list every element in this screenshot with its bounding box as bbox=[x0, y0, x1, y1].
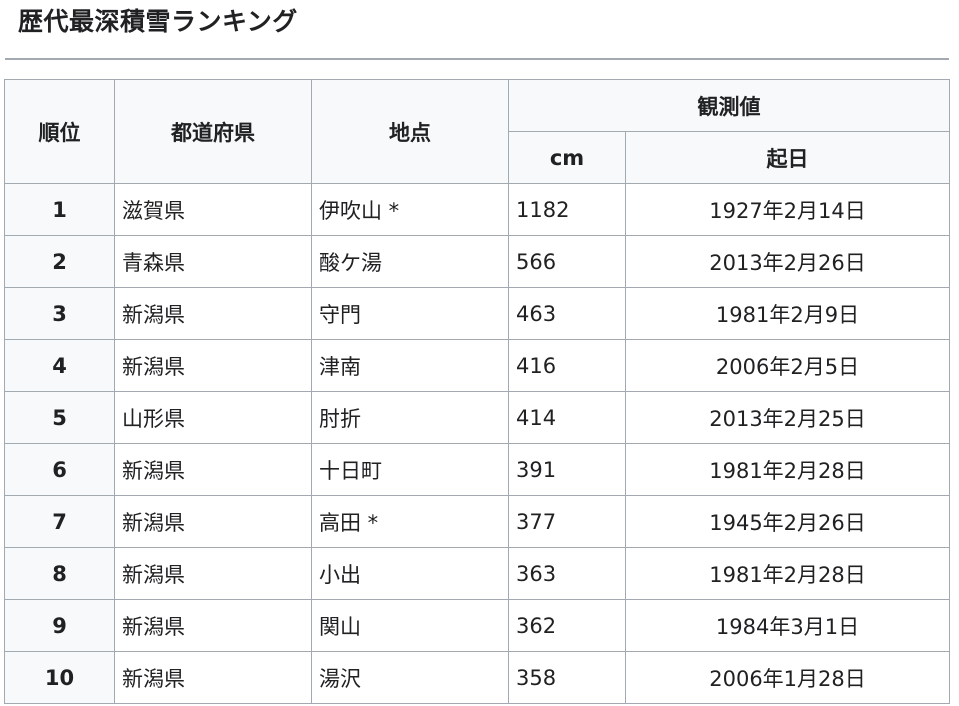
prefecture-cell: 新潟県 bbox=[114, 599, 312, 652]
table-body: 1 滋賀県 伊吹山 * 1182 1927年2月14日 2 青森県 酸ケ湯 566 2013年2月… bbox=[4, 183, 950, 704]
location-cell: 酸ケ湯 bbox=[311, 235, 509, 288]
location-cell: 肘折 bbox=[311, 391, 509, 444]
date-cell: 1945年2月26日 bbox=[625, 495, 950, 548]
location-cell: 関山 bbox=[311, 599, 509, 652]
rank-cell: 9 bbox=[4, 599, 115, 652]
snow-depth-cell: 463 bbox=[508, 287, 626, 340]
date-cell: 1981年2月9日 bbox=[625, 287, 950, 340]
title-divider bbox=[5, 58, 949, 60]
table-row: 2 青森県 酸ケ湯 566 2013年2月26日 bbox=[4, 235, 950, 288]
snow-depth-cell: 566 bbox=[508, 235, 626, 288]
snow-depth-cell: 377 bbox=[508, 495, 626, 548]
table-row: 1 滋賀県 伊吹山 * 1182 1927年2月14日 bbox=[4, 183, 950, 236]
snow-depth-cell: 391 bbox=[508, 443, 626, 496]
table-row: 4 新潟県 津南 416 2006年2月5日 bbox=[4, 339, 950, 392]
location-cell: 高田 * bbox=[311, 495, 509, 548]
prefecture-cell: 新潟県 bbox=[114, 495, 312, 548]
location-cell: 伊吹山 * bbox=[311, 183, 509, 236]
date-cell: 1981年2月28日 bbox=[625, 443, 950, 496]
snow-depth-cell: 1182 bbox=[508, 183, 626, 236]
rank-cell: 2 bbox=[4, 235, 115, 288]
table-row: 10 新潟県 湯沢 358 2006年1月28日 bbox=[4, 651, 950, 704]
date-cell: 2013年2月25日 bbox=[625, 391, 950, 444]
header-rank: 順位 bbox=[4, 79, 115, 184]
snow-depth-cell: 414 bbox=[508, 391, 626, 444]
date-cell: 2013年2月26日 bbox=[625, 235, 950, 288]
date-cell: 2006年2月5日 bbox=[625, 339, 950, 392]
prefecture-cell: 青森県 bbox=[114, 235, 312, 288]
prefecture-cell: 新潟県 bbox=[114, 339, 312, 392]
snow-depth-ranking-table: 順位 都道府県 地点 観測値 cm 起日 1 滋賀県 伊吹山 * 1182 1927年2… bbox=[4, 79, 950, 704]
rank-cell: 1 bbox=[4, 183, 115, 236]
table-row: 8 新潟県 小出 363 1981年2月28日 bbox=[4, 547, 950, 600]
rank-cell: 10 bbox=[4, 651, 115, 704]
date-cell: 1927年2月14日 bbox=[625, 183, 950, 236]
snow-depth-cell: 362 bbox=[508, 599, 626, 652]
rank-cell: 5 bbox=[4, 391, 115, 444]
prefecture-cell: 新潟県 bbox=[114, 651, 312, 704]
location-cell: 十日町 bbox=[311, 443, 509, 496]
rank-cell: 3 bbox=[4, 287, 115, 340]
header-prefecture: 都道府県 bbox=[114, 79, 312, 184]
table-row: 7 新潟県 高田 * 377 1945年2月26日 bbox=[4, 495, 950, 548]
prefecture-cell: 山形県 bbox=[114, 391, 312, 444]
location-cell: 守門 bbox=[311, 287, 509, 340]
date-cell: 2006年1月28日 bbox=[625, 651, 950, 704]
header-location: 地点 bbox=[311, 79, 509, 184]
prefecture-cell: 新潟県 bbox=[114, 547, 312, 600]
table-row: 5 山形県 肘折 414 2013年2月25日 bbox=[4, 391, 950, 444]
table-row: 3 新潟県 守門 463 1981年2月9日 bbox=[4, 287, 950, 340]
header-observed-value: 観測値 bbox=[508, 79, 950, 132]
table-row: 6 新潟県 十日町 391 1981年2月28日 bbox=[4, 443, 950, 496]
snow-depth-cell: 358 bbox=[508, 651, 626, 704]
location-cell: 津南 bbox=[311, 339, 509, 392]
page-title: 歴代最深積雪ランキング bbox=[18, 7, 298, 36]
snow-depth-cell: 416 bbox=[508, 339, 626, 392]
rank-cell: 7 bbox=[4, 495, 115, 548]
location-cell: 小出 bbox=[311, 547, 509, 600]
snow-depth-cell: 363 bbox=[508, 547, 626, 600]
header-cm: cm bbox=[508, 131, 626, 184]
prefecture-cell: 滋賀県 bbox=[114, 183, 312, 236]
date-cell: 1981年2月28日 bbox=[625, 547, 950, 600]
rank-cell: 6 bbox=[4, 443, 115, 496]
rank-cell: 4 bbox=[4, 339, 115, 392]
rank-cell: 8 bbox=[4, 547, 115, 600]
date-cell: 1984年3月1日 bbox=[625, 599, 950, 652]
header-date: 起日 bbox=[625, 131, 950, 184]
table-row: 9 新潟県 関山 362 1984年3月1日 bbox=[4, 599, 950, 652]
header-row-1: 順位 都道府県 地点 観測値 bbox=[4, 79, 950, 184]
prefecture-cell: 新潟県 bbox=[114, 443, 312, 496]
prefecture-cell: 新潟県 bbox=[114, 287, 312, 340]
location-cell: 湯沢 bbox=[311, 651, 509, 704]
